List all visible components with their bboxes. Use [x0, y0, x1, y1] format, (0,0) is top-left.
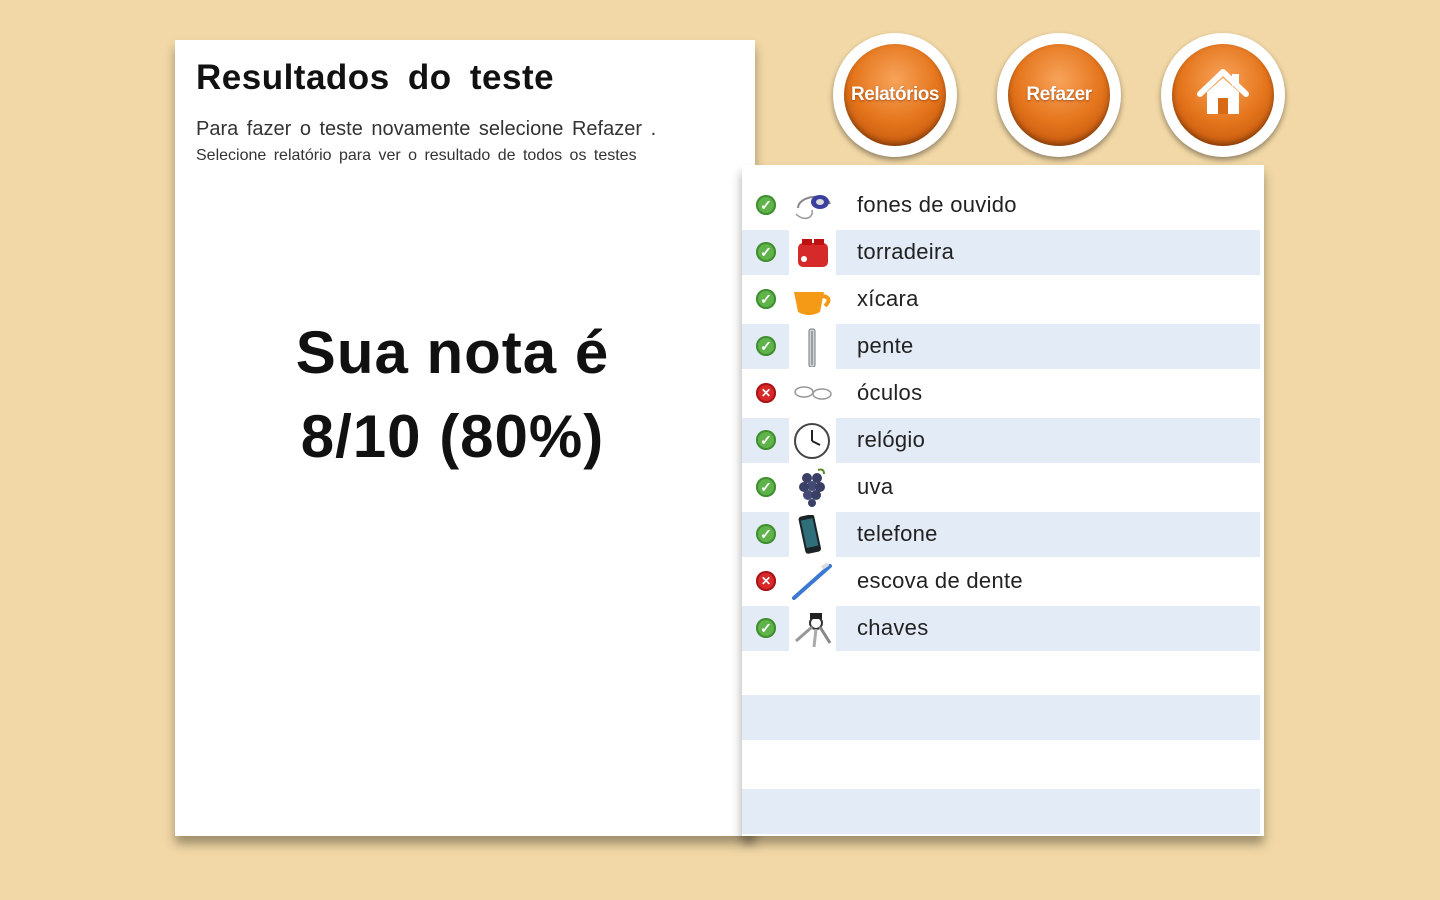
list-item: ✓ chaves: [742, 606, 1260, 653]
list-item-label: uva: [857, 474, 894, 499]
wrong-icon: ✕: [756, 383, 776, 403]
grapes-icon: [799, 468, 825, 507]
empty-row: [742, 695, 1260, 740]
cup-icon: [794, 292, 831, 315]
answers-list: ✓ fones de ouvido ✓ torradeira ✓ xícara …: [742, 183, 1260, 653]
correct-icon: ✓: [756, 524, 776, 544]
keys-icon: [795, 613, 832, 648]
correct-icon: ✓: [756, 289, 776, 309]
instruction-redo: Para fazer o teste novamente selecione R…: [196, 118, 657, 140]
headphones-icon: [795, 195, 831, 220]
correct-icon: ✓: [756, 195, 776, 215]
correct-icon: ✓: [756, 242, 776, 262]
wrong-icon: ✕: [756, 571, 776, 591]
list-item-label: pente: [857, 333, 914, 358]
list-item: ✓ torradeira: [742, 230, 1260, 277]
list-item-label: relógio: [857, 427, 926, 452]
correct-icon: ✓: [756, 336, 776, 356]
list-item: ✓ xícara: [742, 277, 1260, 324]
list-item-label: telefone: [857, 521, 938, 546]
correct-icon: ✓: [756, 618, 776, 638]
list-item-label: escova de dente: [857, 568, 1023, 593]
list-item-label: torradeira: [857, 239, 955, 264]
glasses-icon: [794, 386, 832, 400]
list-item: ✕ óculos: [742, 371, 1260, 418]
answers-list-panel: ✓ fones de ouvido ✓ torradeira ✓ xícara …: [742, 165, 1264, 836]
list-item-label: xícara: [857, 286, 919, 311]
page-title: Resultados do teste: [196, 58, 555, 97]
redo-button-label: Refazer: [1026, 84, 1092, 105]
reports-button[interactable]: Relatórios: [833, 33, 957, 157]
redo-button[interactable]: Refazer: [997, 33, 1121, 157]
phone-icon: [798, 515, 822, 554]
score-value: 8/10 (80%): [300, 403, 605, 470]
results-panel: Resultados do teste Para fazer o teste n…: [175, 40, 755, 836]
list-item: ✓ fones de ouvido: [742, 183, 1260, 230]
home-icon: [1197, 69, 1249, 114]
toaster-icon: [798, 239, 828, 267]
empty-row: [742, 789, 1260, 834]
list-item: ✓ relógio: [742, 418, 1260, 465]
list-item: ✓ pente: [742, 324, 1260, 371]
instruction-reports: Selecione relatório para ver o resultado…: [196, 147, 637, 164]
list-item-label: óculos: [857, 380, 923, 405]
list-item: ✓ uva: [742, 465, 1260, 512]
clock-icon: [794, 423, 830, 459]
home-button[interactable]: [1161, 33, 1285, 157]
reports-button-label: Relatórios: [851, 84, 939, 105]
correct-icon: ✓: [756, 430, 776, 450]
comb-icon: [808, 328, 816, 367]
list-item-label: chaves: [857, 615, 929, 640]
list-item-label: fones de ouvido: [857, 192, 1017, 217]
correct-icon: ✓: [756, 477, 776, 497]
list-item: ✕ escova de dente: [742, 559, 1260, 606]
list-item: ✓ telefone: [742, 512, 1260, 559]
score-label: Sua nota é: [295, 319, 610, 386]
toothbrush-icon: [792, 562, 832, 600]
